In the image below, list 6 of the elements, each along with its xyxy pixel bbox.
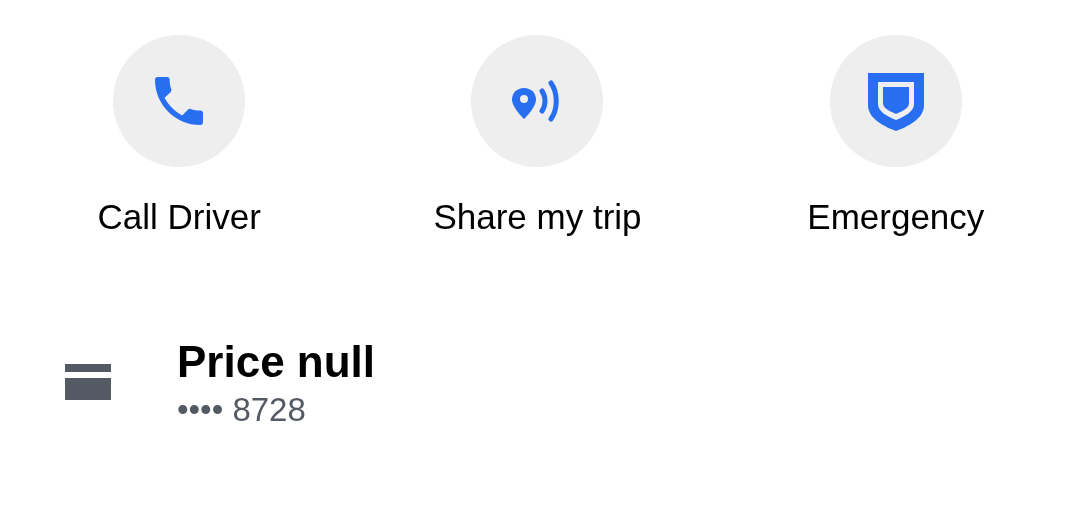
action-label: Emergency — [807, 196, 985, 238]
action-label: Call Driver — [97, 196, 261, 238]
action-label: Share my trip — [433, 196, 642, 238]
card-icon — [65, 363, 111, 400]
card-number: •••• 8728 — [177, 389, 307, 430]
payment-title: Price null — [177, 335, 376, 388]
